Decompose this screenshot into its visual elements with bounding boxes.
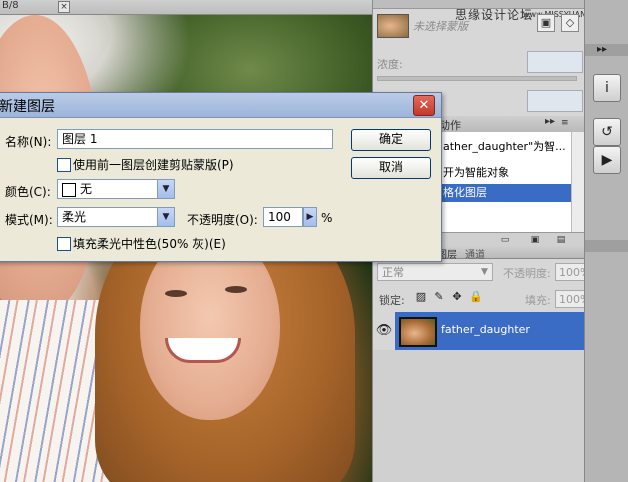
- opacity-unit: %: [321, 211, 333, 225]
- cancel-button[interactable]: 取消: [351, 157, 431, 179]
- layer-name[interactable]: father_daughter: [441, 323, 530, 336]
- photo-woman-eye-right: [225, 286, 247, 293]
- layers-list-empty-area: [373, 350, 585, 482]
- action-item[interactable]: ather_daughter"为智...: [437, 138, 577, 156]
- action-item-selected[interactable]: 格化图层: [437, 184, 577, 202]
- chevron-down-icon[interactable]: ▼: [481, 263, 493, 281]
- masks-no-selection-label: 未选择蒙版: [413, 20, 468, 33]
- eye-icon[interactable]: 👁: [373, 312, 396, 350]
- dialog-title-bar[interactable]: 新建图层 ✕: [0, 93, 441, 118]
- fill-neutral-checkbox[interactable]: [57, 237, 71, 251]
- mode-value: 柔光: [62, 210, 87, 224]
- layer-row[interactable]: 👁 father_daughter: [373, 312, 599, 350]
- name-label: 名称(N):: [5, 135, 52, 149]
- dialog-title: 新建图层: [0, 99, 55, 115]
- delete-action-icon[interactable]: ▤: [555, 235, 567, 245]
- photo-woman-eye-left: [165, 290, 187, 297]
- play-action-icon[interactable]: ▶: [593, 146, 621, 174]
- density-field[interactable]: [527, 51, 583, 73]
- document-close-button[interactable]: ×: [58, 1, 70, 13]
- lock-image-icon[interactable]: ✎: [433, 291, 445, 303]
- chevron-down-icon[interactable]: ▼: [157, 180, 174, 198]
- dock-header: ▸▸: [585, 44, 628, 56]
- layer-thumbnail: [399, 317, 437, 347]
- dock-divider: [585, 240, 628, 252]
- color-swatch: [62, 183, 76, 197]
- close-icon[interactable]: ✕: [413, 95, 435, 116]
- opacity-input[interactable]: 100: [263, 207, 303, 227]
- clip-mask-label[interactable]: 使用前一图层创建剪贴蒙版(P): [73, 156, 234, 173]
- new-action-icon[interactable]: ▣: [529, 235, 541, 245]
- opacity-label: 不透明度(O):: [187, 213, 258, 227]
- actions-panel-header: 动作 ▸▸ ≡: [437, 116, 585, 133]
- history-icon[interactable]: ↺: [593, 118, 621, 146]
- opacity-slider-button[interactable]: ▶: [303, 207, 317, 227]
- color-label: 颜色(C):: [5, 185, 51, 199]
- chevron-down-icon[interactable]: ▼: [157, 208, 174, 226]
- vector-mask-icon[interactable]: ◇: [561, 14, 579, 32]
- pixel-mask-icon[interactable]: ▣: [537, 14, 555, 32]
- clip-mask-checkbox[interactable]: [57, 158, 71, 172]
- lock-label: 锁定:: [379, 294, 405, 307]
- mode-label: 模式(M):: [5, 213, 53, 227]
- density-label: 浓度:: [377, 58, 403, 71]
- tab-actions[interactable]: 动作: [439, 117, 461, 133]
- action-item[interactable]: 开为智能对象: [437, 164, 577, 182]
- lock-all-icon[interactable]: 🔒: [469, 291, 483, 303]
- document-title-bar: B/8 ×: [0, 0, 372, 15]
- ok-button[interactable]: 确定: [351, 129, 431, 151]
- panel-dock: ▸▸ i ↺ ▶: [584, 0, 628, 482]
- color-value: 无: [80, 182, 93, 196]
- layer-opacity-label: 不透明度:: [503, 267, 551, 280]
- mode-select[interactable]: 柔光 ▼: [57, 207, 175, 227]
- fill-label: 填充:: [525, 294, 551, 307]
- document-title: B/8: [2, 0, 19, 11]
- info-icon[interactable]: i: [593, 74, 621, 102]
- lock-transparent-icon[interactable]: ▨: [415, 291, 427, 303]
- actions-scrollbar[interactable]: [571, 132, 584, 232]
- actions-panel-menu-icon[interactable]: ≡: [561, 118, 571, 128]
- actions-menu-icon[interactable]: ▸▸: [545, 116, 555, 127]
- color-select[interactable]: 无 ▼: [57, 179, 175, 199]
- tab-channels[interactable]: 通道: [465, 246, 485, 261]
- fill-neutral-label[interactable]: 填充柔光中性色(50% 灰)(E): [73, 235, 226, 252]
- layer-name-input[interactable]: 图层 1: [57, 129, 333, 149]
- blend-mode-select[interactable]: 正常: [377, 263, 493, 281]
- actions-footer: ▭ ▣ ▤: [437, 232, 585, 247]
- masks-thumbnail: [377, 14, 409, 38]
- new-set-icon[interactable]: ▭: [499, 235, 511, 245]
- actions-list: ather_daughter"为智... 开为智能对象 格化图层: [437, 132, 585, 232]
- feather-field[interactable]: [527, 90, 583, 112]
- density-slider[interactable]: [377, 76, 577, 81]
- new-layer-dialog: 新建图层 ✕ 名称(N): 图层 1 使用前一图层创建剪贴蒙版(P) 颜色(C)…: [0, 92, 442, 262]
- dock-collapse-icon[interactable]: ▸▸: [597, 44, 607, 55]
- lock-position-icon[interactable]: ✥: [451, 291, 463, 303]
